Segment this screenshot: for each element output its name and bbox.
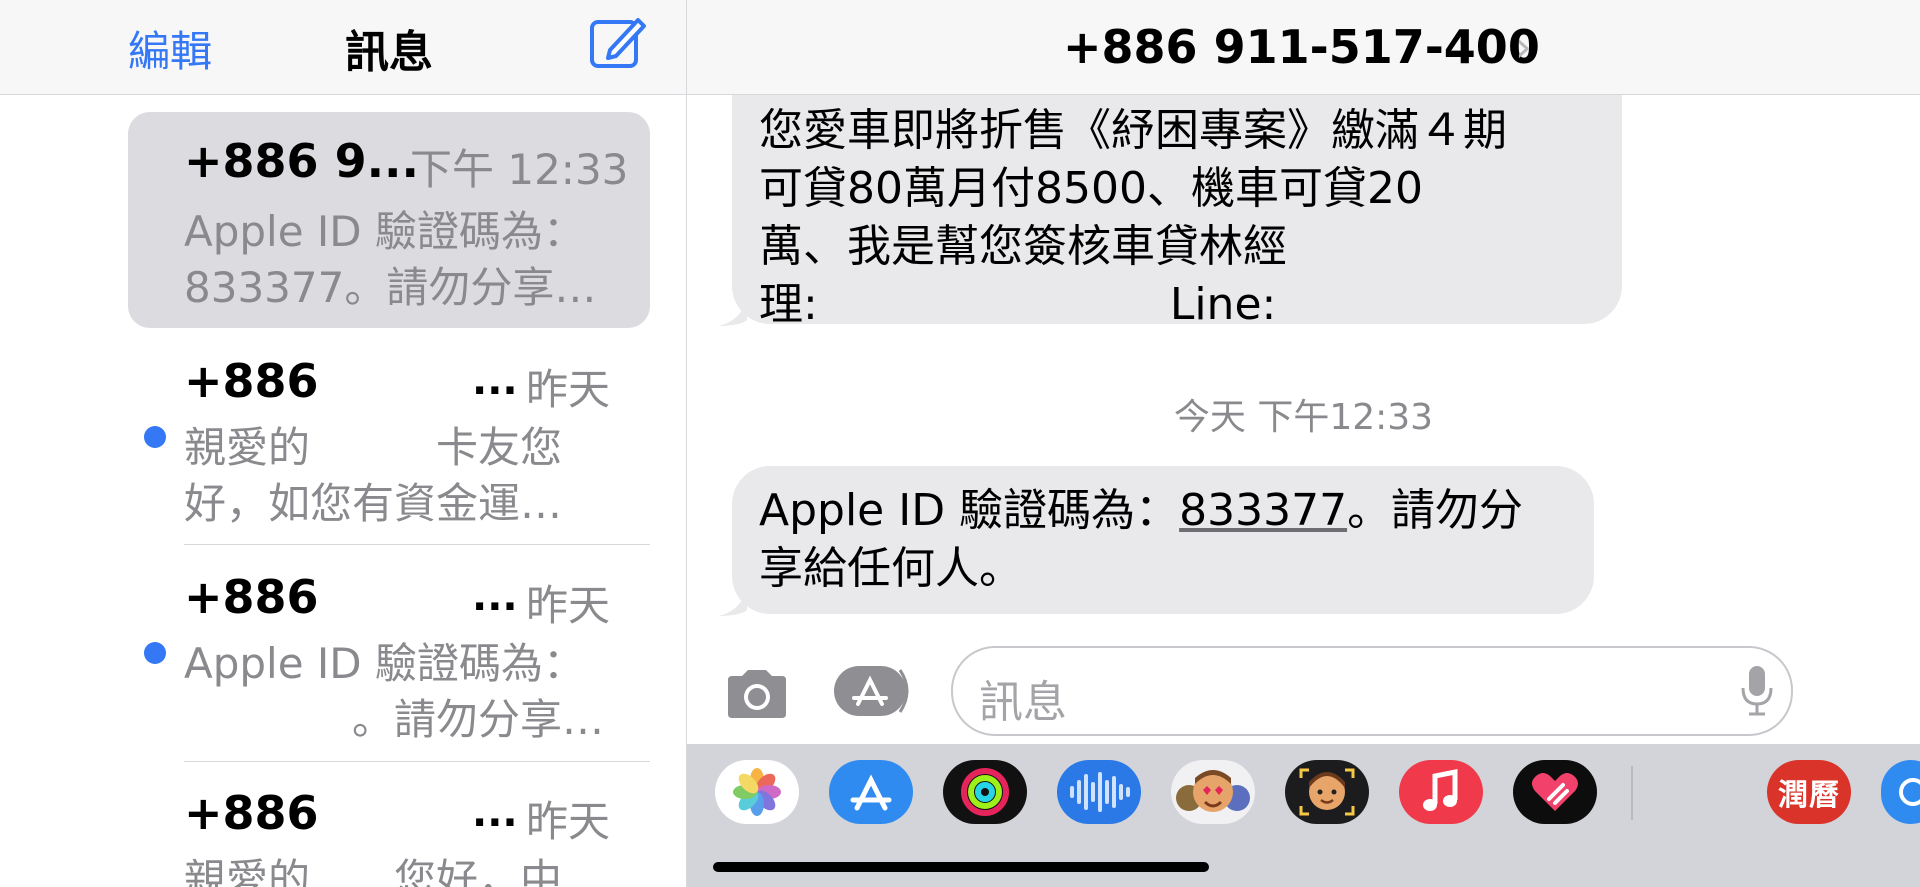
conversation-preview-line1: 親愛的 卡友您 <box>184 423 563 472</box>
verification-code-link[interactable]: 833377 <box>1179 485 1347 536</box>
conversation-preview-line1: Apple ID 驗證碼為： <box>184 207 585 256</box>
conversation-name: +886 9... <box>184 134 420 188</box>
conversation-time: 昨天 <box>526 365 611 414</box>
conversation-name-truncation: ... <box>472 790 518 836</box>
message-input-placeholder: 訊息 <box>979 677 1067 728</box>
home-indicator <box>713 862 1209 872</box>
conversation-preview-line1: 親愛的 您好，中 <box>184 855 563 887</box>
more-apps-icon[interactable] <box>1881 760 1920 824</box>
memoji-stickers-icon[interactable] <box>1171 760 1255 824</box>
bubble-tail <box>719 298 747 326</box>
row-divider <box>184 544 650 545</box>
digital-touch-icon[interactable] <box>1513 760 1597 824</box>
edit-button[interactable]: 編輯 <box>128 18 212 79</box>
unread-indicator <box>144 426 166 448</box>
conversation-name-truncation: ... <box>472 358 518 404</box>
camera-icon[interactable] <box>724 668 790 720</box>
bubble-tail <box>719 588 747 616</box>
message-line: Apple ID 驗證碼為：833377。請勿分 <box>759 482 1523 540</box>
conversation-header: +886 911-517-400 › <box>687 0 1920 95</box>
conversation-time: 昨天 <box>526 797 611 846</box>
photos-icon[interactable] <box>715 760 799 824</box>
conversation-preview-line2: 好，如您有資金運… <box>184 479 563 528</box>
received-message-bubble[interactable]: Apple ID 驗證碼為：833377。請勿分 享給任何人。 <box>732 466 1594 614</box>
imessage-app-drawer: 潤曆 <box>687 744 1920 887</box>
compose-icon[interactable] <box>588 12 648 72</box>
message-line: 萬、我是幫您簽核車貸林經 <box>759 221 1287 272</box>
list-header: 編輯 訊息 <box>0 0 686 95</box>
conversation-list-pane: 編輯 訊息 +886 9... 下午 12:33 Apple ID 驗證碼為： … <box>0 0 687 887</box>
conversation-pane: +886 911-517-400 › 您愛車即將折售《紓困專案》繳滿４期 可貸8… <box>687 0 1920 887</box>
memoji-icon[interactable] <box>1285 760 1369 824</box>
row-divider <box>184 761 650 762</box>
app-store-apps-icon[interactable] <box>834 664 914 718</box>
almanac-app-icon[interactable]: 潤曆 <box>1767 760 1851 824</box>
chevron-right-icon[interactable]: › <box>1515 22 1532 71</box>
contact-name[interactable]: +886 911-517-400 <box>1063 20 1540 74</box>
conversation-preview-line1: Apple ID 驗證碼為： <box>184 639 585 688</box>
conversation-name: +886 <box>184 354 319 408</box>
conversation-time: 下午 12:33 <box>410 145 629 194</box>
conversation-name: +886 <box>184 570 319 624</box>
unread-indicator <box>144 642 166 664</box>
conversation-row[interactable]: +886 ... 昨天 親愛的 您好，中 <box>128 772 650 887</box>
message-line: 理: Line: <box>759 279 1277 330</box>
almanac-app-label: 潤曆 <box>1778 778 1840 813</box>
message-text: 。請勿分 <box>1347 485 1524 536</box>
conversation-name-truncation: ... <box>472 574 518 620</box>
message-timestamp: 今天 下午12:33 <box>1173 397 1434 438</box>
app-store-icon[interactable] <box>829 760 913 824</box>
drawer-divider <box>1631 766 1633 820</box>
compose-bar: 訊息 <box>687 640 1920 740</box>
conversation-row[interactable]: +886 9... 下午 12:33 Apple ID 驗證碼為： 833377… <box>128 112 650 328</box>
soundhound-icon[interactable] <box>1057 760 1141 824</box>
conversation-row[interactable]: +886 ... 昨天 Apple ID 驗證碼為： 。請勿分享… <box>128 556 650 760</box>
music-icon[interactable] <box>1399 760 1483 824</box>
message-line: 可貸80萬月付8500、機車可貸20 <box>759 163 1423 214</box>
conversation-time: 昨天 <box>526 581 611 630</box>
message-input[interactable]: 訊息 <box>951 646 1793 736</box>
microphone-icon[interactable] <box>1739 664 1775 716</box>
conversation-row[interactable]: +886 ... 昨天 親愛的 卡友您 好，如您有資金運… <box>128 340 650 544</box>
message-text: Apple ID 驗證碼為： <box>759 485 1180 536</box>
message-line: 享給任何人。 <box>759 543 1023 594</box>
conversation-preview-line2: 833377。請勿分享… <box>184 263 597 312</box>
conversation-name: +886 <box>184 786 319 840</box>
activity-icon[interactable] <box>943 760 1027 824</box>
conversation-preview-line2: 。請勿分享… <box>184 695 605 744</box>
list-title: 訊息 <box>345 27 433 78</box>
message-line: 您愛車即將折售《紓困專案》繳滿４期 <box>759 105 1507 156</box>
